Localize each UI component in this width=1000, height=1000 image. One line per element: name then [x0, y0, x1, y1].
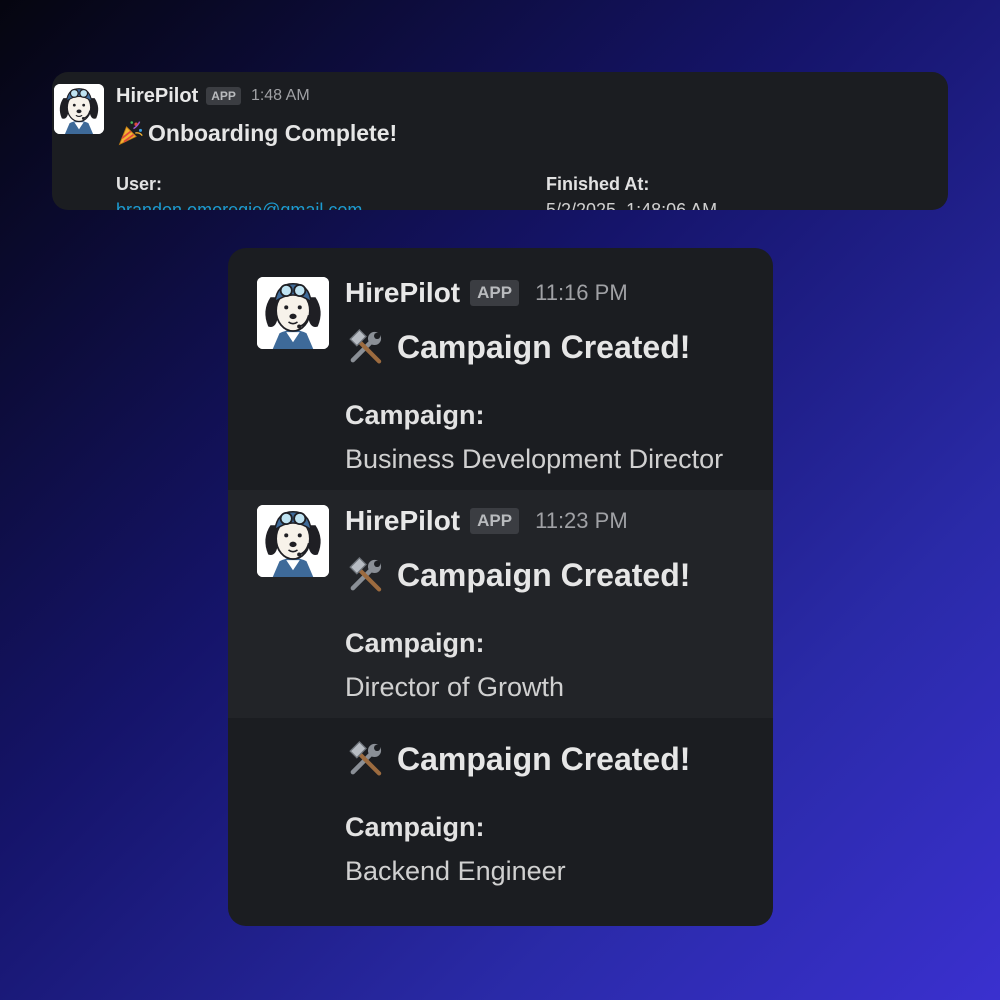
bot-avatar[interactable]: [257, 505, 329, 577]
bot-avatar[interactable]: [54, 84, 104, 134]
message-timestamp[interactable]: 1:48 AM: [251, 87, 310, 105]
app-badge: APP: [206, 87, 241, 105]
dog-pilot-avatar-icon: [257, 277, 329, 349]
campaign-message: HirePilot APP 11:16 PM Campaign Created!…: [228, 248, 773, 490]
bot-avatar[interactable]: [257, 277, 329, 349]
dog-pilot-avatar-icon: [54, 84, 104, 134]
sender-name[interactable]: HirePilot: [116, 85, 198, 108]
sender-name[interactable]: HirePilot: [345, 505, 460, 537]
message-timestamp[interactable]: 11:16 PM: [535, 280, 628, 306]
message-title: Campaign Created!: [397, 328, 691, 365]
campaign-field-label: Campaign:: [345, 812, 485, 842]
finished-at-field-label: Finished At:: [546, 174, 650, 194]
finished-at-value: 5/2/2025, 1:48:06 AM: [546, 200, 718, 210]
campaign-field-value: Director of Growth: [345, 672, 565, 702]
user-field-label: User:: [116, 174, 163, 194]
sender-name[interactable]: HirePilot: [345, 277, 460, 309]
campaign-messages-card: HirePilot APP 11:16 PM Campaign Created!…: [228, 248, 773, 926]
campaign-field-label: Campaign:: [345, 400, 485, 430]
party-popper-icon: [116, 119, 144, 147]
hammer-and-wrench-icon: [345, 554, 387, 596]
hammer-and-wrench-icon: [345, 738, 387, 780]
app-badge: APP: [470, 508, 520, 534]
app-badge: APP: [470, 280, 520, 306]
hammer-and-wrench-icon: [345, 326, 387, 368]
campaign-message: HirePilot APP 11:23 PM Campaign Created!…: [228, 490, 773, 718]
campaign-field-value: Business Development Director: [345, 444, 724, 474]
dog-pilot-avatar-icon: [257, 505, 329, 577]
user-email-link[interactable]: brandon.omoregie@gmail.com: [116, 200, 362, 210]
onboarding-message-card: HirePilot APP 1:48 AM Onboarding Complet…: [52, 72, 948, 210]
message-timestamp[interactable]: 11:23 PM: [535, 508, 628, 534]
campaign-message: Campaign Created! Campaign: Backend Engi…: [228, 718, 773, 926]
message-title: Campaign Created!: [397, 740, 691, 777]
message-title: Onboarding Complete!: [148, 119, 398, 146]
message-title: Campaign Created!: [397, 556, 691, 593]
campaign-field-value: Backend Engineer: [345, 856, 566, 886]
campaign-field-label: Campaign:: [345, 628, 485, 658]
